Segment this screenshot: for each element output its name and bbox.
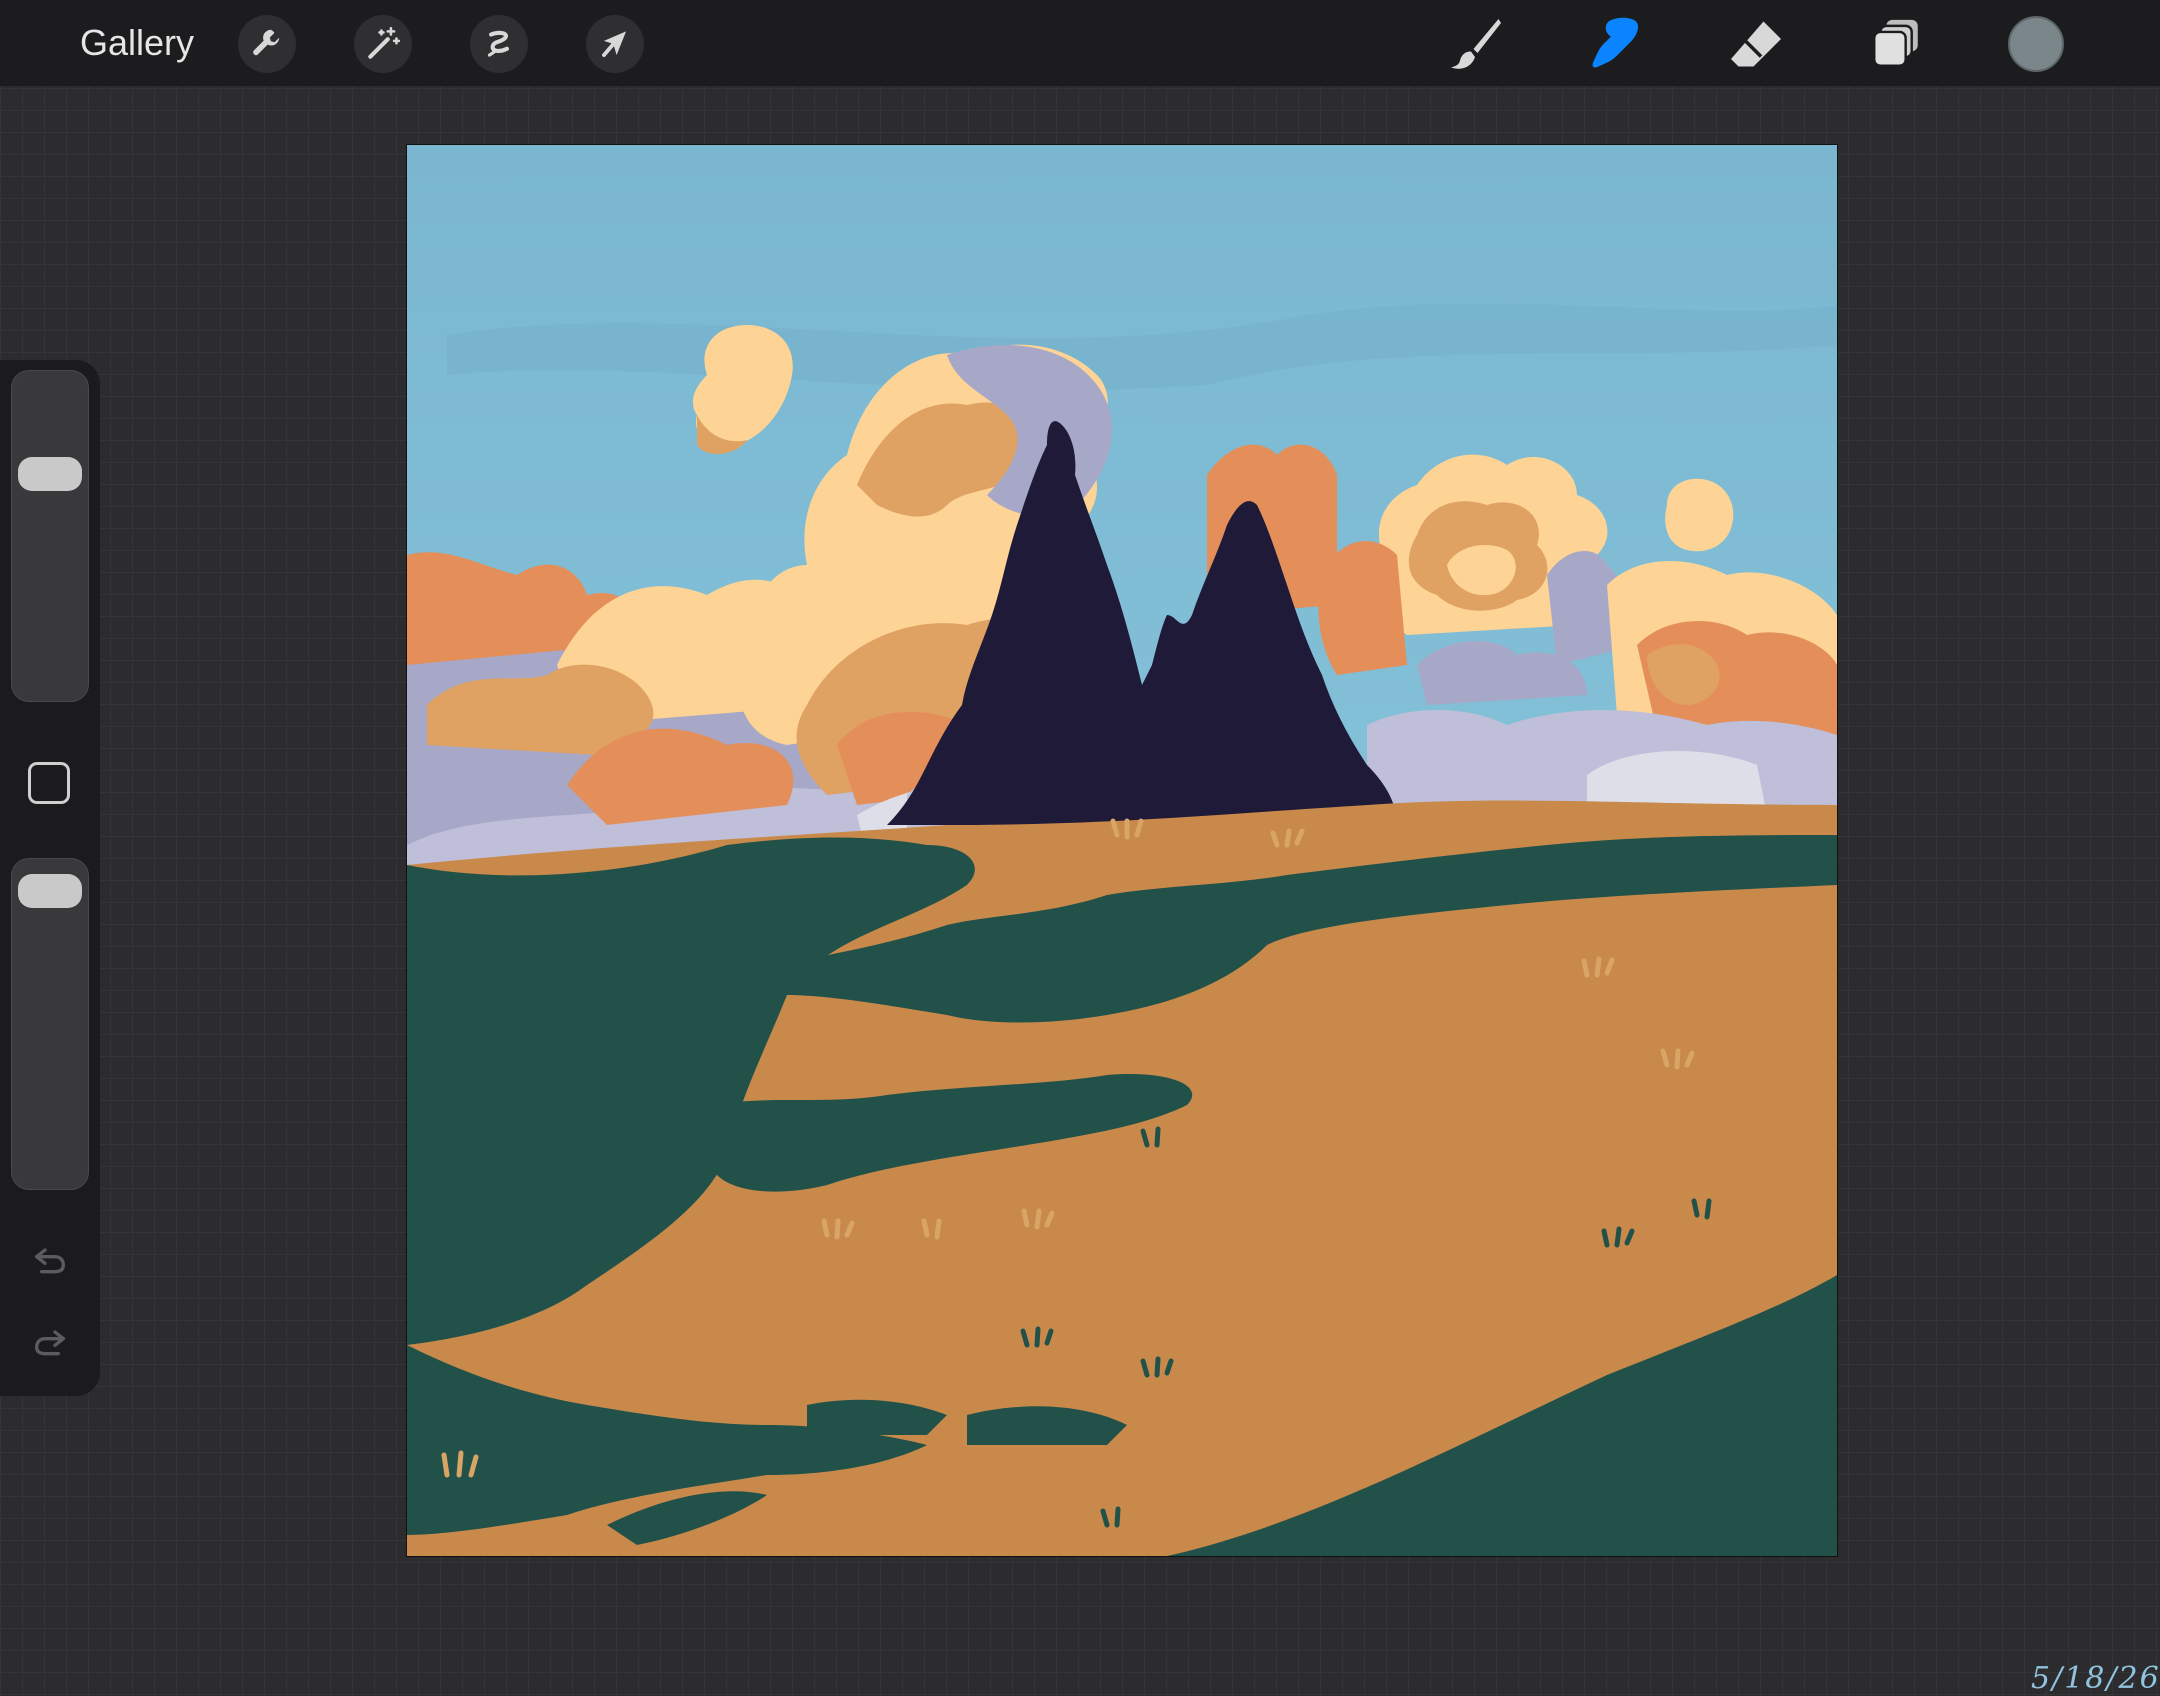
transform-arrow-icon (602, 31, 627, 57)
selection-button[interactable] (470, 15, 528, 73)
magic-wand-icon (368, 26, 401, 59)
left-sidebar (0, 360, 100, 1396)
undo-icon (35, 1248, 66, 1274)
redo-button[interactable] (26, 1318, 74, 1366)
redo-icon (34, 1330, 65, 1356)
top-toolbar: Gallery (0, 0, 2160, 86)
color-picker-button[interactable] (2008, 16, 2064, 72)
brush-size-thumb[interactable] (18, 457, 82, 492)
gallery-button[interactable]: Gallery (80, 20, 194, 66)
transform-button[interactable] (586, 15, 644, 73)
drawing-canvas[interactable]: 5/18/26 (406, 144, 2159, 1696)
wrench-icon (253, 29, 280, 56)
opacity-thumb[interactable] (18, 873, 82, 908)
layers-icon (1873, 19, 1918, 67)
smudge-tool[interactable] (1584, 12, 1648, 76)
smudge-icon (1592, 17, 1639, 68)
landscape-painting (407, 145, 1837, 1556)
eraser-tool[interactable] (1724, 12, 1788, 76)
undo-button[interactable] (26, 1236, 74, 1284)
layers-button[interactable] (1864, 12, 1928, 76)
selection-icon (487, 30, 509, 57)
opacity-slider[interactable] (11, 858, 89, 1190)
adjustments-button[interactable] (354, 15, 412, 73)
eraser-icon (1731, 21, 1781, 67)
actions-button[interactable] (238, 15, 296, 73)
modify-button[interactable] (28, 762, 70, 804)
brush-size-slider[interactable] (11, 370, 89, 702)
signature-date: 5/18/26 (2031, 1661, 2160, 1696)
brush-icon (1451, 19, 1501, 69)
paint-brush-tool[interactable] (1444, 12, 1508, 76)
